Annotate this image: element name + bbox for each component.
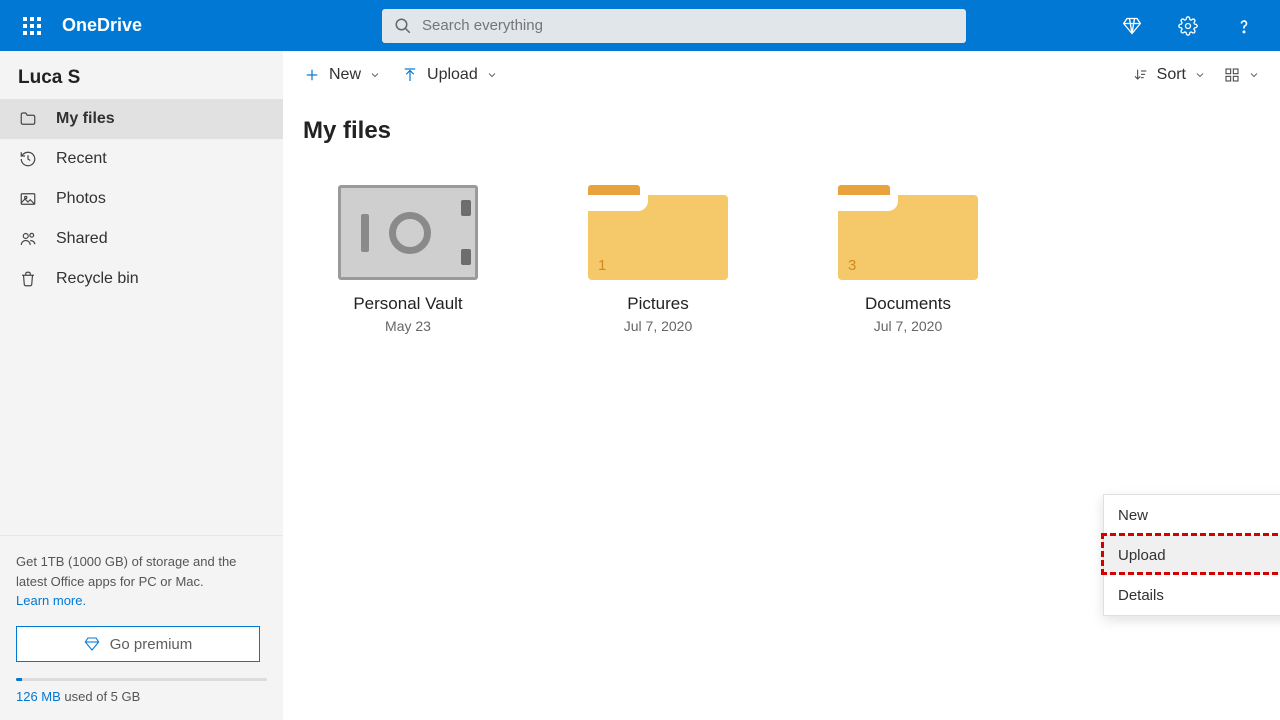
promo-text: Get 1TB (1000 GB) of storage and the lat…: [16, 552, 267, 591]
new-button[interactable]: New: [303, 66, 381, 84]
view-button[interactable]: [1224, 67, 1260, 83]
sidebar-footer: Get 1TB (1000 GB) of storage and the lat…: [0, 535, 283, 720]
sort-button[interactable]: Sort: [1133, 66, 1206, 84]
nav-label: Photos: [56, 190, 106, 208]
settings-icon[interactable]: [1172, 10, 1204, 42]
help-icon[interactable]: [1228, 10, 1260, 42]
item-pictures[interactable]: 1 Pictures Jul 7, 2020: [573, 185, 743, 334]
nav-label: My files: [56, 110, 115, 128]
search-box[interactable]: [382, 9, 966, 43]
sort-label: Sort: [1157, 66, 1186, 84]
context-menu: New Upload Details: [1103, 494, 1280, 616]
chevron-down-icon: [1248, 69, 1260, 81]
command-bar-right: Sort: [1133, 66, 1260, 84]
diamond-icon: [84, 636, 100, 652]
nav-label: Recent: [56, 150, 107, 168]
chevron-down-icon: [369, 69, 381, 81]
app-launcher-icon[interactable]: [12, 6, 52, 46]
item-documents[interactable]: 3 Documents Jul 7, 2020: [823, 185, 993, 334]
premium-label: Go premium: [110, 636, 193, 653]
folder-icon: 3: [838, 185, 978, 280]
nav-list: My files Recent Photos Shared Recycle bi…: [0, 99, 283, 299]
storage-bar: [16, 678, 267, 681]
item-name: Personal Vault: [323, 294, 493, 314]
user-name: Luca S: [0, 51, 283, 99]
upload-button[interactable]: Upload: [401, 66, 498, 84]
ctx-label: Upload: [1118, 547, 1166, 564]
learn-more-link[interactable]: Learn more.: [16, 593, 86, 608]
nav-photos[interactable]: Photos: [0, 179, 283, 219]
search-wrapper: [382, 9, 966, 43]
go-premium-button[interactable]: Go premium: [16, 626, 260, 662]
search-icon: [394, 17, 412, 35]
file-grid: Personal Vault May 23 1 Pictures Jul 7, …: [283, 145, 1280, 334]
sidebar: Luca S My files Recent Photos Shared Rec…: [0, 51, 283, 720]
command-bar: New Upload Sort: [283, 51, 1280, 99]
people-icon: [18, 230, 38, 248]
image-icon: [18, 190, 38, 208]
nav-recent[interactable]: Recent: [0, 139, 283, 179]
vault-icon: [338, 185, 478, 280]
item-name: Documents: [823, 294, 993, 314]
item-date: Jul 7, 2020: [573, 318, 743, 334]
ctx-upload[interactable]: Upload: [1104, 535, 1280, 575]
header-actions: [1116, 10, 1268, 42]
nav-recycle[interactable]: Recycle bin: [0, 259, 283, 299]
item-date: May 23: [323, 318, 493, 334]
ctx-new[interactable]: New: [1104, 495, 1280, 535]
item-date: Jul 7, 2020: [823, 318, 993, 334]
nav-label: Shared: [56, 230, 108, 248]
plus-icon: [303, 66, 321, 84]
upload-icon: [401, 66, 419, 84]
chevron-down-icon: [1194, 69, 1206, 81]
main: New Upload Sort My files: [283, 51, 1280, 720]
ctx-label: Details: [1118, 587, 1164, 604]
clock-icon: [18, 150, 38, 168]
sort-icon: [1133, 67, 1149, 83]
new-label: New: [329, 66, 361, 84]
nav-shared[interactable]: Shared: [0, 219, 283, 259]
upload-label: Upload: [427, 66, 478, 84]
grid-icon: [1224, 67, 1240, 83]
diamond-icon[interactable]: [1116, 10, 1148, 42]
header: OneDrive: [0, 0, 1280, 51]
ctx-label: New: [1118, 507, 1148, 524]
storage-text: 126 MB used of 5 GB: [16, 689, 267, 704]
ctx-details[interactable]: Details: [1104, 575, 1280, 615]
page-title: My files: [283, 99, 1280, 145]
item-name: Pictures: [573, 294, 743, 314]
nav-label: Recycle bin: [56, 270, 139, 288]
item-personal-vault[interactable]: Personal Vault May 23: [323, 185, 493, 334]
search-input[interactable]: [422, 17, 954, 34]
chevron-down-icon: [486, 69, 498, 81]
nav-my-files[interactable]: My files: [0, 99, 283, 139]
folder-icon: [18, 110, 38, 128]
brand-name: OneDrive: [62, 15, 142, 36]
folder-icon: 1: [588, 185, 728, 280]
trash-icon: [18, 270, 38, 288]
